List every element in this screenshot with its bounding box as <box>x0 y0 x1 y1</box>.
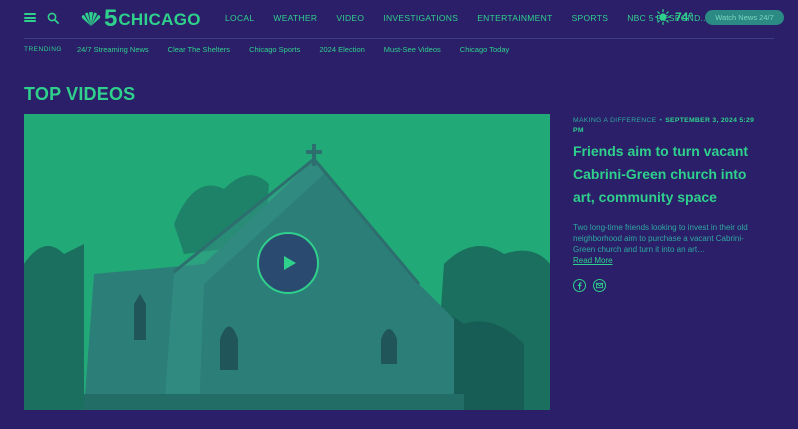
play-button[interactable] <box>257 232 319 294</box>
trending-item[interactable]: 24/7 Streaming News <box>77 45 149 54</box>
trending-item[interactable]: 2024 Election <box>319 45 364 54</box>
nav-investigations[interactable]: INVESTIGATIONS <box>383 13 458 23</box>
nav-sports[interactable]: SPORTS <box>572 13 609 23</box>
hamburger-menu-icon[interactable] <box>24 13 36 22</box>
article-meta: MAKING A DIFFERENCE • SEPTEMBER 3, 2024 5:… <box>573 116 758 136</box>
play-icon <box>284 256 296 270</box>
trending-item[interactable]: Chicago Today <box>460 45 509 54</box>
peacock-logo-icon <box>81 12 101 26</box>
trending-item[interactable]: Clear The Shelters <box>168 45 230 54</box>
search-icon[interactable] <box>47 12 59 24</box>
watch-news-button[interactable]: Watch News 24/7 <box>705 10 784 25</box>
nav-video[interactable]: VIDEO <box>336 13 364 23</box>
trending-item[interactable]: Must-See Videos <box>384 45 441 54</box>
weather-widget[interactable]: 74° <box>655 9 693 25</box>
read-more-link[interactable]: Read More <box>573 256 613 265</box>
trending-label: TRENDING <box>24 46 62 53</box>
trending-item[interactable]: Chicago Sports <box>249 45 300 54</box>
sun-icon <box>655 9 671 25</box>
email-icon[interactable] <box>593 279 606 292</box>
trending-bar: TRENDING 24/7 Streaming News Clear The S… <box>24 45 528 54</box>
meta-separator: • <box>659 117 663 124</box>
header-divider <box>24 38 774 39</box>
share-buttons <box>573 279 613 292</box>
main-nav: LOCAL WEATHER VIDEO INVESTIGATIONS ENTER… <box>225 13 728 23</box>
site-header: 5 CHICAGO LOCAL WEATHER VIDEO INVESTIGAT… <box>0 0 798 38</box>
nav-entertainment[interactable]: ENTERTAINMENT <box>477 13 552 23</box>
article-summary: Two long-time friends looking to invest … <box>573 223 748 254</box>
temperature: 74° <box>675 10 694 24</box>
site-logo[interactable]: 5 CHICAGO <box>80 7 201 31</box>
logo-text: CHICAGO <box>118 10 201 29</box>
nav-weather[interactable]: WEATHER <box>273 13 317 23</box>
article-category[interactable]: MAKING A DIFFERENCE <box>573 117 657 124</box>
section-title: TOP VIDEOS <box>24 84 136 104</box>
facebook-icon[interactable] <box>573 279 586 292</box>
article-headline[interactable]: Friends aim to turn vacant Cabrini-Green… <box>573 140 763 209</box>
logo-number: 5 <box>104 5 118 32</box>
video-player[interactable] <box>24 114 550 410</box>
nav-local[interactable]: LOCAL <box>225 13 254 23</box>
